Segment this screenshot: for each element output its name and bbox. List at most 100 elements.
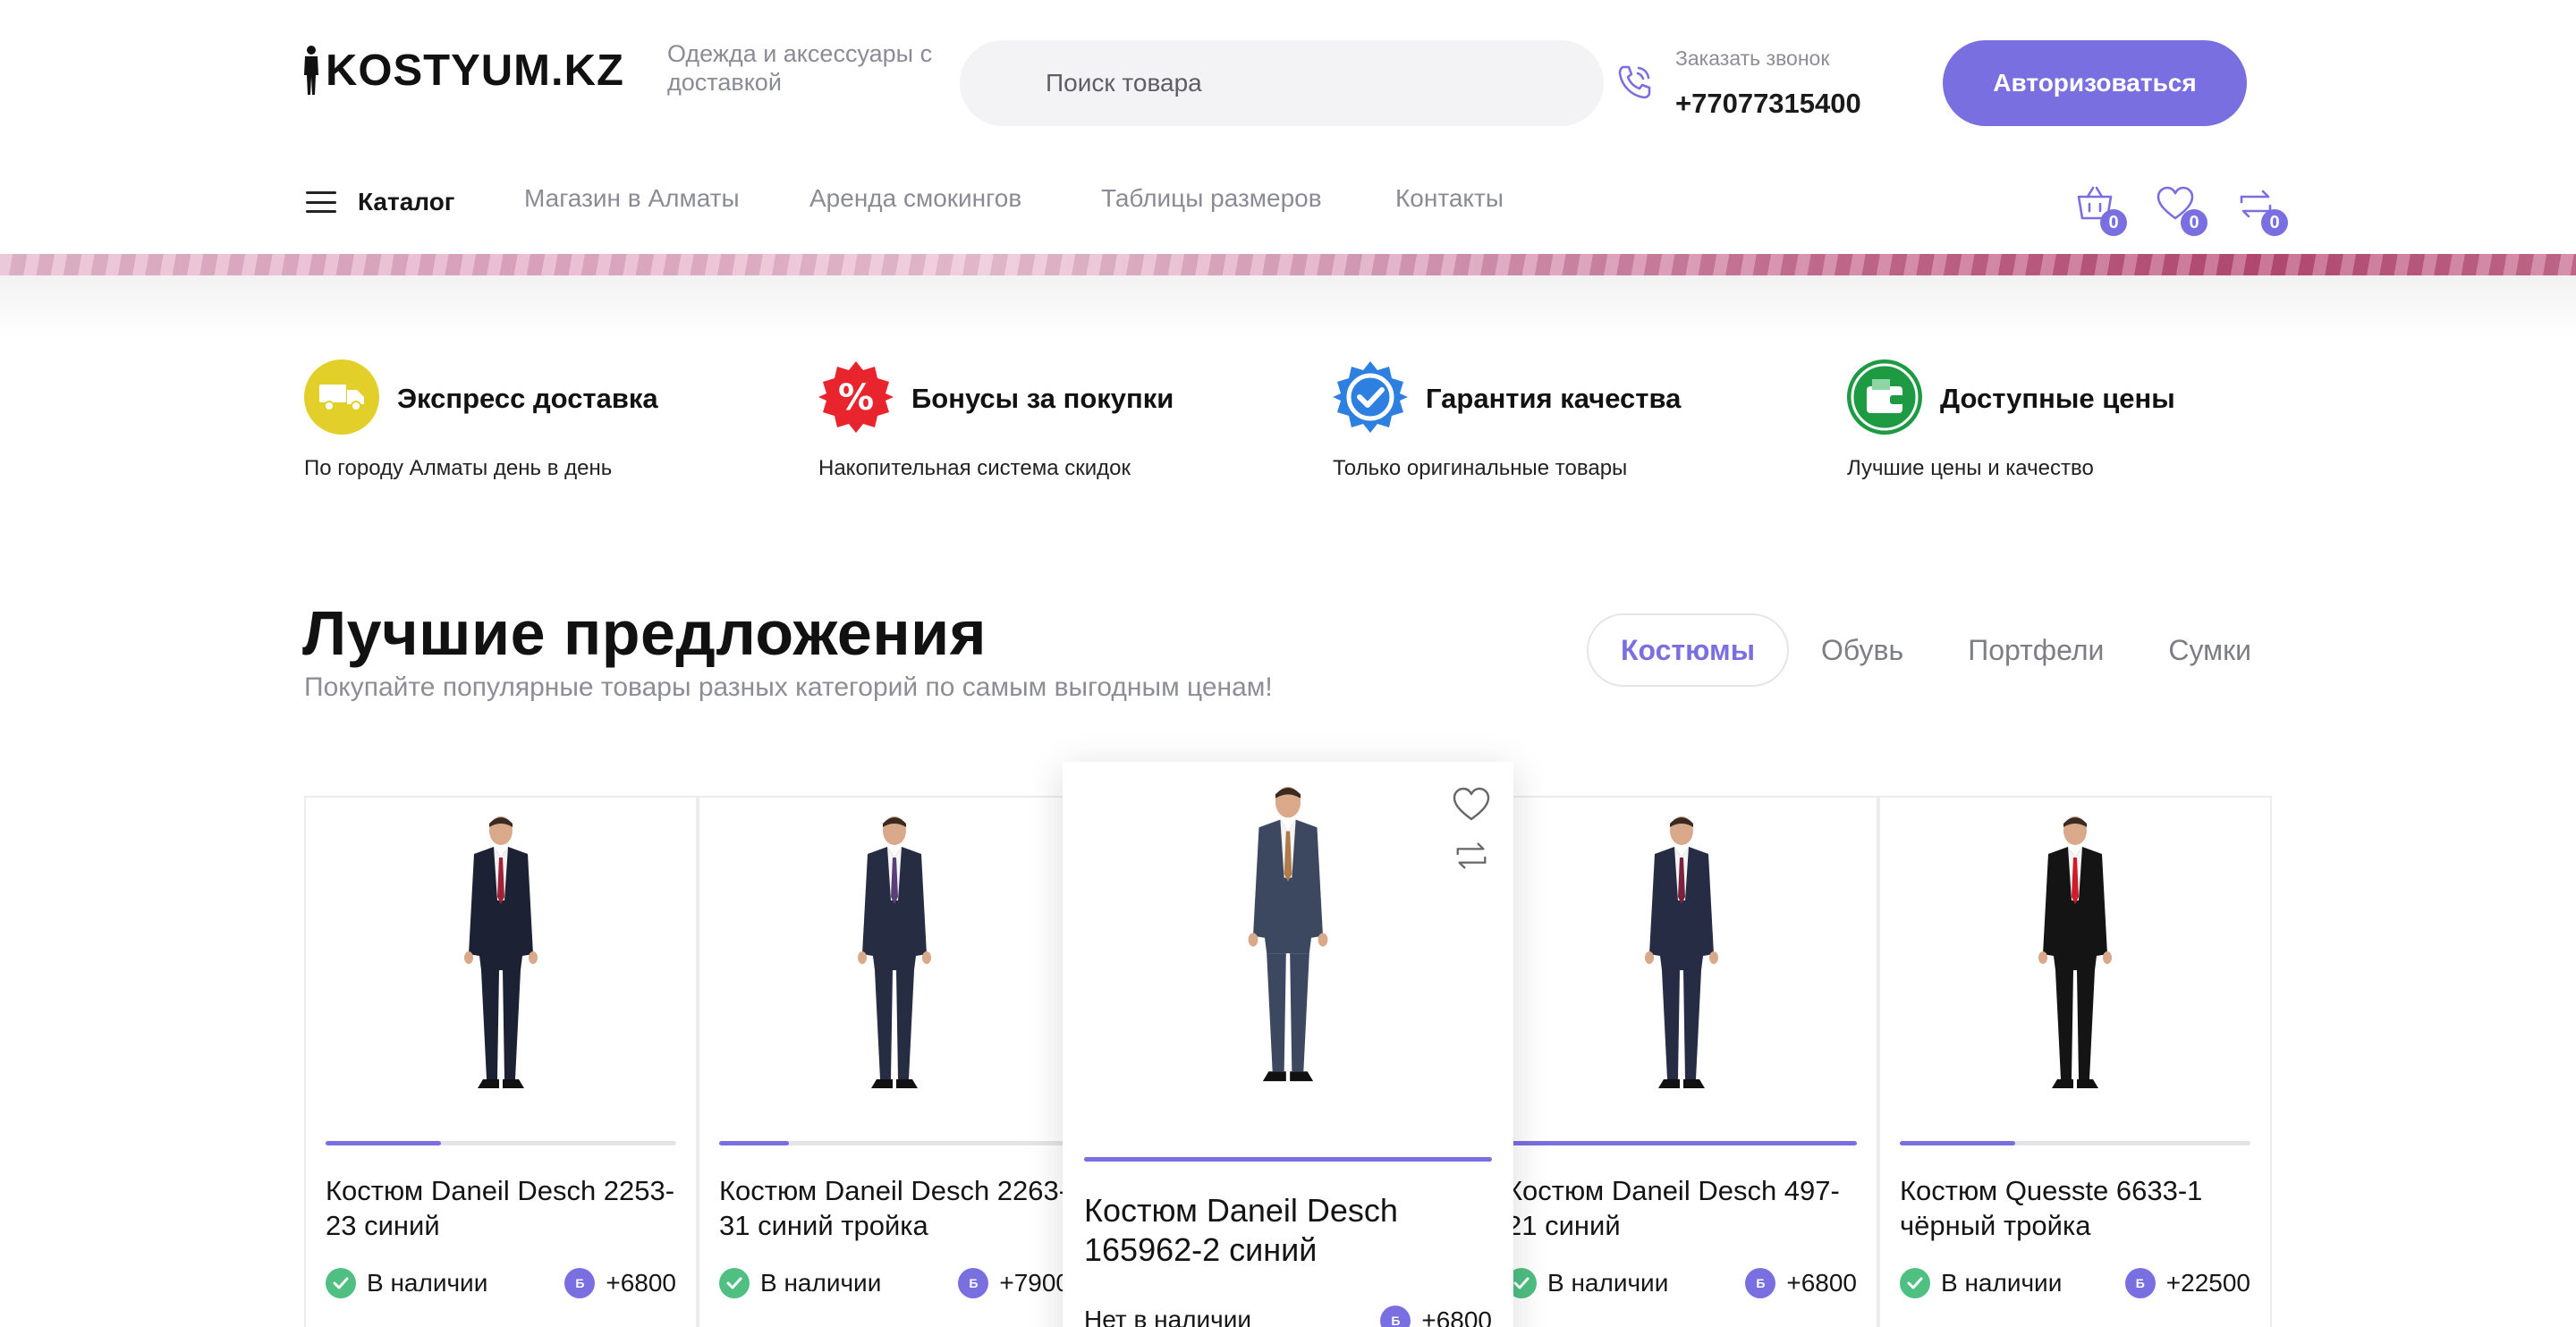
section-title: Лучшие предложения [302, 598, 987, 668]
feature-express-delivery: Экспресс доставка По городу Алматы день … [304, 359, 805, 480]
in-stock-check-icon [719, 1268, 750, 1298]
image-slider-indicator [1506, 1141, 1857, 1145]
suit-photo-icon [1645, 816, 1718, 1088]
section-subtitle: Покупайте популярные товары разных катег… [304, 672, 1273, 702]
bonus-points: Б +6800 [564, 1268, 676, 1298]
product-image[interactable] [1063, 762, 1513, 1120]
hamburger-menu-icon [306, 191, 336, 213]
search-input[interactable] [1046, 69, 1546, 97]
quality-check-icon [1333, 359, 1408, 435]
feature-title: Доступные цены [1940, 383, 2175, 414]
product-name[interactable]: Костюм Daneil Desch 165962-2 синий [1084, 1191, 1496, 1270]
product-image[interactable] [306, 798, 696, 1120]
image-slider-track[interactable] [1084, 1157, 1492, 1162]
feature-affordable-prices: Доступные цены Лучшие цены и качество [1847, 359, 2348, 480]
login-button[interactable]: Авторизоваться [1943, 40, 2247, 126]
stock-status: В наличии [1900, 1268, 2062, 1298]
delivery-truck-icon [304, 359, 379, 435]
percent-badge-icon: % [818, 359, 894, 435]
stock-label: В наличии [367, 1269, 488, 1297]
tab-briefcases[interactable]: Портфели [1936, 613, 2136, 687]
bonus-value: +22500 [2165, 1269, 2250, 1297]
feature-title: Экспресс доставка [397, 383, 658, 414]
bonus-badge-icon: Б [2124, 1268, 2156, 1298]
in-stock-check-icon [1900, 1268, 1930, 1298]
add-to-compare-icon[interactable] [1453, 837, 1490, 875]
product-image[interactable] [1487, 798, 1877, 1120]
feature-title: Бонусы за покупки [911, 383, 1174, 414]
stock-status: В наличии [326, 1268, 487, 1298]
product-image[interactable] [1880, 798, 2270, 1120]
product-card-hovered[interactable]: Костюм Daneil Desch 165962-2 синий Нет в… [1063, 762, 1513, 1327]
feature-quality-guarantee: Гарантия качества Только оригинальные то… [1333, 359, 1834, 480]
image-slider-track[interactable] [1506, 1141, 1857, 1145]
site-tagline: Одежда и аксессуары с доставкой [667, 40, 933, 96]
image-slider-indicator [1084, 1157, 1492, 1162]
feature-title: Гарантия качества [1426, 383, 1682, 414]
product-card[interactable]: Костюм Daneil Desch 497-21 синий В налич… [1485, 796, 1878, 1327]
bonus-points: Б +7900 [958, 1268, 1070, 1298]
feature-description: Лучшие цены и качество [1847, 456, 2094, 480]
image-slider-track[interactable] [326, 1141, 676, 1145]
wallet-icon [1847, 359, 1922, 435]
favorites-button[interactable]: 0 [2156, 184, 2207, 236]
logo-figure-icon [302, 45, 320, 97]
suit-photo-icon [2038, 816, 2112, 1088]
promo-banner-strip [0, 254, 2576, 275]
in-stock-check-icon [326, 1268, 356, 1298]
compare-button[interactable]: 0 [2236, 184, 2288, 236]
search-bar[interactable] [960, 40, 1604, 126]
site-logo[interactable]: KOSTYUM.KZ [302, 43, 624, 98]
image-slider-track[interactable] [719, 1141, 1070, 1145]
cart-count-badge: 0 [2100, 209, 2127, 236]
image-slider-indicator [1900, 1141, 2016, 1145]
product-name[interactable]: Костюм Quesste 6633-1 чёрный тройка [1900, 1173, 2258, 1243]
nav-link-tuxedo-rental[interactable]: Аренда смокингов [809, 184, 1021, 213]
product-name[interactable]: Костюм Daneil Desch 2253-23 синий [326, 1173, 683, 1243]
phone-number[interactable]: +77077315400 [1675, 88, 1861, 120]
bonus-badge-icon: Б [1380, 1306, 1411, 1327]
feature-description: Только оригинальные товары [1333, 456, 1628, 480]
product-image[interactable] [699, 798, 1089, 1120]
image-slider-track[interactable] [1900, 1141, 2250, 1145]
image-slider-indicator [326, 1141, 442, 1145]
feature-description: Накопительная система скидок [818, 456, 1131, 480]
cart-button[interactable]: 0 [2075, 184, 2127, 236]
bonus-value: +6800 [606, 1269, 676, 1297]
nav-link-contacts[interactable]: Контакты [1395, 184, 1504, 213]
product-card[interactable]: Костюм Daneil Desch 2263-31 синий тройка… [698, 796, 1091, 1327]
suit-photo-icon [858, 816, 931, 1088]
phone-icon[interactable] [1615, 63, 1655, 102]
bonus-value: +6800 [1421, 1306, 1492, 1327]
suit-photo-icon [464, 816, 538, 1088]
product-name[interactable]: Костюм Daneil Desch 2263-31 синий тройка [719, 1173, 1077, 1243]
stock-label: Нет в наличии [1084, 1306, 1252, 1327]
banner-shadow [0, 275, 2576, 338]
nav-link-almaty-store[interactable]: Магазин в Алматы [524, 184, 740, 213]
nav-link-size-tables[interactable]: Таблицы размеров [1101, 184, 1322, 213]
bonus-points: Б +6800 [1380, 1306, 1492, 1327]
category-tabs: Костюмы Обувь Портфели Сумки [1587, 613, 2284, 687]
stock-label: В наличии [1547, 1269, 1669, 1297]
stock-status: В наличии [1506, 1268, 1668, 1298]
stock-label: В наличии [1941, 1269, 2063, 1297]
bonus-badge-icon: Б [1745, 1268, 1776, 1298]
product-name[interactable]: Костюм Daneil Desch 497-21 синий [1506, 1173, 1864, 1243]
bonus-points: Б +22500 [2124, 1268, 2250, 1298]
favorites-count-badge: 0 [2181, 209, 2207, 236]
tab-shoes[interactable]: Обувь [1789, 613, 1936, 687]
product-card[interactable]: Костюм Quesste 6633-1 чёрный тройка В на… [1878, 796, 2272, 1327]
add-to-favorites-heart-icon[interactable] [1451, 785, 1492, 824]
tab-bags[interactable]: Сумки [2136, 613, 2284, 687]
bonus-value: +7900 [999, 1269, 1070, 1297]
bonus-badge-icon: Б [564, 1268, 596, 1298]
feature-description: По городу Алматы день в день [304, 456, 613, 480]
suit-photo-icon [1248, 786, 1328, 1082]
tab-suits[interactable]: Костюмы [1587, 613, 1790, 687]
callback-link[interactable]: Заказать звонок [1675, 46, 1829, 71]
stock-status: Нет в наличии [1084, 1306, 1251, 1327]
stock-label: В наличии [760, 1269, 882, 1297]
image-slider-indicator [719, 1141, 790, 1145]
catalog-menu-button[interactable]: Каталог [306, 184, 454, 220]
product-card[interactable]: Костюм Daneil Desch 2253-23 синий В нали… [304, 796, 698, 1327]
